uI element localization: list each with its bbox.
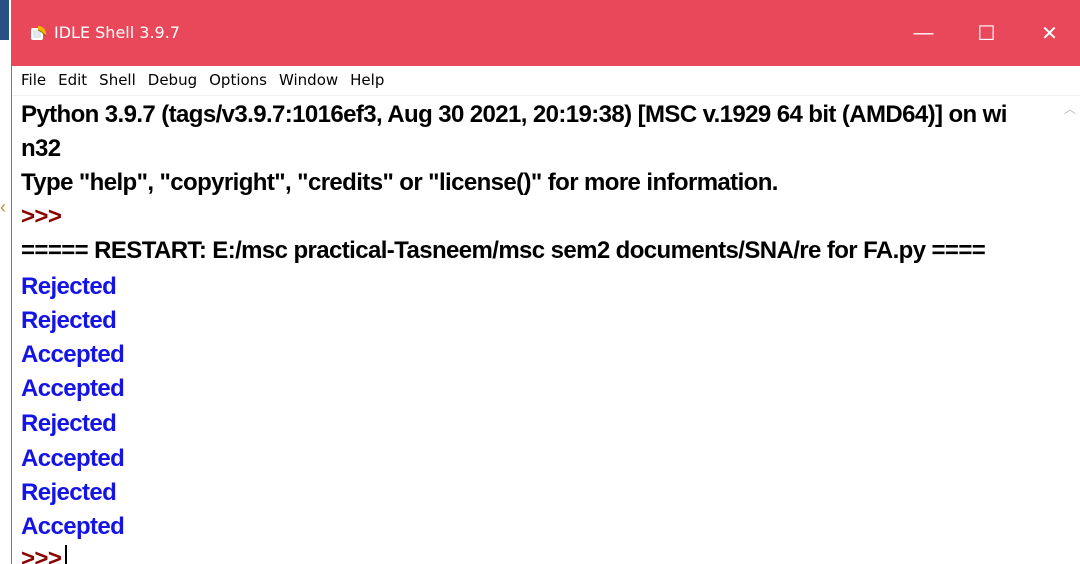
banner-line-1: Python 3.9.7 (tags/v3.9.7:1016ef3, Aug 3… [21,101,1007,128]
output-line: Rejected [21,273,117,300]
minimize-icon: — [913,21,934,44]
close-icon: ✕ [1041,22,1058,45]
menu-help[interactable]: Help [344,66,390,95]
idle-shell-window: IDLE Shell 3.9.7 — ☐ ✕ File Edit Shell D… [11,0,1080,564]
background-window-accent [0,0,9,40]
window-title: IDLE Shell 3.9.7 [54,23,180,42]
close-button[interactable]: ✕ [1018,0,1080,66]
output-line: Rejected [21,410,117,437]
output-line: Accepted [21,513,125,540]
minimize-button[interactable]: — [892,0,955,66]
final-prompt: >>> [21,545,62,564]
output-line: Accepted [21,445,125,472]
menu-shell[interactable]: Shell [93,66,142,95]
window-controls: — ☐ ✕ [892,0,1080,66]
shell-text-area[interactable]: Python 3.9.7 (tags/v3.9.7:1016ef3, Aug 3… [12,96,1058,564]
final-prompt-line: >>> [21,544,68,564]
menu-bar: File Edit Shell Debug Options Window Hel… [12,66,1080,96]
restart-line: ===== RESTART: E:/msc practical-Tasneem/… [21,237,986,264]
text-cursor [65,545,68,564]
menu-window[interactable]: Window [273,66,344,95]
shell-prompt: >>> [21,203,62,230]
menu-file[interactable]: File [15,66,52,95]
menu-edit[interactable]: Edit [52,66,93,95]
output-line: Rejected [21,307,117,334]
maximize-button[interactable]: ☐ [955,0,1018,66]
output-line: Accepted [21,341,125,368]
banner-line-3: Type "help", "copyright", "credits" or "… [21,169,778,196]
menu-options[interactable]: Options [203,66,273,95]
output-line: Rejected [21,479,117,506]
title-bar[interactable]: IDLE Shell 3.9.7 — ☐ ✕ [12,0,1080,66]
menu-debug[interactable]: Debug [142,66,203,95]
python-feather-icon [31,26,47,40]
vertical-scrollbar[interactable]: ︿ [1058,96,1080,564]
chevron-up-icon[interactable]: ︿ [1064,100,1076,117]
banner-line-2: n32 [21,135,61,162]
maximize-icon: ☐ [977,22,996,45]
background-chevron-icon: ‹ [0,197,6,217]
output-line: Accepted [21,375,125,402]
